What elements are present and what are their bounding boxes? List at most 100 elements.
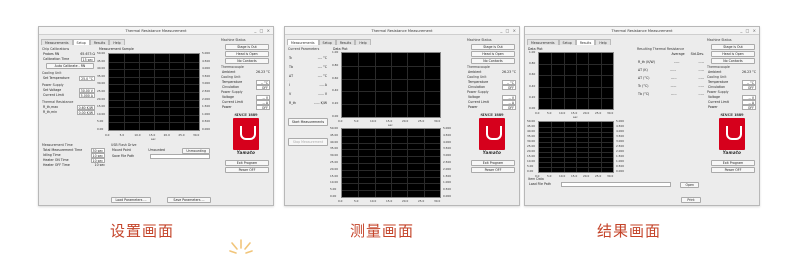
save-file-path-input[interactable] xyxy=(150,154,210,159)
tick-label: 3.000 xyxy=(202,81,211,86)
window-controls[interactable]: _ □ × xyxy=(500,27,517,35)
exit-program-button[interactable]: Exit Program xyxy=(711,160,755,166)
tab-help[interactable]: Help xyxy=(109,39,125,45)
power-value: OFF xyxy=(742,105,756,110)
result-label: R_th (K/W) xyxy=(638,60,655,64)
result-average: --.-- xyxy=(671,92,677,96)
power-off-button[interactable]: Power OFF xyxy=(711,167,755,173)
plot-gridline xyxy=(551,53,553,109)
machine-status-panel: Machine Status Stage is Out Head is Open… xyxy=(221,38,271,204)
tab-results[interactable]: Results xyxy=(89,39,110,45)
result-stddev: --.-- xyxy=(698,84,704,88)
tick-label: 5.000 xyxy=(202,51,211,55)
stddev-header: Std.Dev. xyxy=(690,52,704,56)
current-limit-label: Current Limit xyxy=(43,93,64,97)
exit-program-button[interactable]: Exit Program xyxy=(471,160,515,166)
head-button[interactable]: Head is Open xyxy=(711,51,755,57)
current-parameters-group: Current Parameters Tc --.- °C Tb --.- °C Δ… xyxy=(288,47,328,146)
tick-label: 1.500 xyxy=(616,154,625,158)
head-button[interactable]: Head is Open xyxy=(471,51,515,57)
tab-setup[interactable]: Setup xyxy=(558,39,576,45)
tick-label: 15.00 xyxy=(330,173,339,178)
plot-gridline xyxy=(407,53,409,117)
tick-label: 45.00 xyxy=(97,58,106,63)
tick-label: 25.00 xyxy=(97,89,106,93)
save-parameters-button[interactable]: Save Parameters ... xyxy=(167,197,211,203)
power-off-button[interactable]: Power OFF xyxy=(225,167,269,173)
stop-measurement-button[interactable]: Stop Measurement xyxy=(288,138,328,146)
tick-label: 20.00 xyxy=(330,166,339,171)
tick-label: 30.00 xyxy=(330,153,339,158)
param-rth-label: R_th xyxy=(289,101,297,105)
tab-measurements[interactable]: Measurements xyxy=(287,39,319,45)
tick-label: 25.0 xyxy=(595,111,602,115)
logo-brand: Yamato xyxy=(722,150,742,155)
window-controls[interactable]: _ □ × xyxy=(254,27,271,35)
print-button[interactable]: Print xyxy=(681,197,701,203)
caption-setup: 设置画面 xyxy=(110,222,175,240)
contacts-button[interactable]: No Contacts xyxy=(711,58,755,64)
circulation-value: OFF xyxy=(502,85,516,90)
tick-label: 5.00 xyxy=(97,119,104,124)
result-stddev: -.--- xyxy=(698,60,704,64)
rth-min-input[interactable]: 0.00 K/W xyxy=(76,110,95,115)
power-label: Power xyxy=(468,105,478,109)
tick-label: 25.0 xyxy=(418,199,425,203)
stage-button[interactable]: Stage is Out xyxy=(471,44,515,50)
tab-results[interactable]: Results xyxy=(575,39,596,45)
tick-label: 2.500 xyxy=(443,160,452,164)
tick-label: 3.500 xyxy=(443,146,452,151)
tab-results[interactable]: Results xyxy=(335,39,356,45)
plot-gridline xyxy=(588,53,590,109)
set-temperature-input[interactable]: 25.0 °C xyxy=(79,76,95,81)
tick-label: 10.00 xyxy=(330,180,339,185)
tick-label: 25.0 xyxy=(418,119,425,123)
calibration-time-input[interactable]: 15 sec xyxy=(80,57,95,62)
tick-label: 0.00 xyxy=(527,169,534,173)
ambient-value: 26.23 °C xyxy=(502,70,516,74)
contacts-button[interactable]: No Contacts xyxy=(225,58,269,64)
load-file-path-input[interactable] xyxy=(560,182,671,187)
tick-label: 35.00 xyxy=(330,146,339,151)
stage-button[interactable]: Stage is Out xyxy=(225,44,269,50)
tick-label: 35.00 xyxy=(97,73,106,78)
plot-gridline xyxy=(154,54,155,130)
tick-label: 0.00 xyxy=(330,194,337,198)
tick-label: 0.00 xyxy=(529,106,536,110)
power-label: Power xyxy=(222,105,232,109)
plot-gridline xyxy=(588,122,590,172)
tick-label: 1.000 xyxy=(202,111,211,116)
logo-brand: Yamato xyxy=(482,150,502,155)
plot-gridline xyxy=(374,53,376,117)
tick-label: 30.00 xyxy=(527,139,536,143)
tab-measurements[interactable]: Measurements xyxy=(41,39,73,45)
tab-measurements[interactable]: Measurements xyxy=(527,39,559,45)
tab-help[interactable]: Help xyxy=(595,39,611,45)
auto-calibrate-button[interactable]: Auto Calibrate - RN xyxy=(46,63,94,69)
power-value: OFF xyxy=(256,105,270,110)
yamato-logo: SINCE 1889 Yamato xyxy=(477,113,507,159)
start-measurements-button[interactable]: Start Measurements xyxy=(288,118,328,126)
tab-setup[interactable]: Setup xyxy=(72,39,90,45)
load-parameters-button[interactable]: Load Parameters ... xyxy=(111,197,151,203)
contacts-button[interactable]: No Contacts xyxy=(471,58,515,64)
plot-gridline xyxy=(576,53,577,109)
window-controls[interactable]: _ □ × xyxy=(740,27,757,35)
tick-label: 0.20 xyxy=(529,94,536,99)
tab-help[interactable]: Help xyxy=(355,39,371,45)
result-label: ΔT (K) xyxy=(638,68,648,72)
current-limit-input[interactable]: 5.000 A xyxy=(78,93,95,98)
tick-label: 0.00 xyxy=(97,127,104,131)
window-titlebar: Thermal Resistance Measurement _ □ × xyxy=(525,27,759,35)
power-off-button[interactable]: Power OFF xyxy=(471,167,515,173)
result-row: ΔT (°C) --.-- --.-- xyxy=(637,76,705,81)
exit-program-button[interactable]: Exit Program xyxy=(225,160,269,166)
tab-setup[interactable]: Setup xyxy=(318,39,336,45)
result-label: Tc (°C) xyxy=(638,84,649,88)
tick-label: 5.000 xyxy=(616,119,625,123)
result-row: Tb (°C) --.-- --.-- xyxy=(637,92,705,97)
head-button[interactable]: Head is Open xyxy=(225,51,269,57)
open-button[interactable]: Open xyxy=(680,182,699,188)
stage-button[interactable]: Stage is Out xyxy=(711,44,755,50)
tick-label: 0.0 xyxy=(535,111,540,115)
